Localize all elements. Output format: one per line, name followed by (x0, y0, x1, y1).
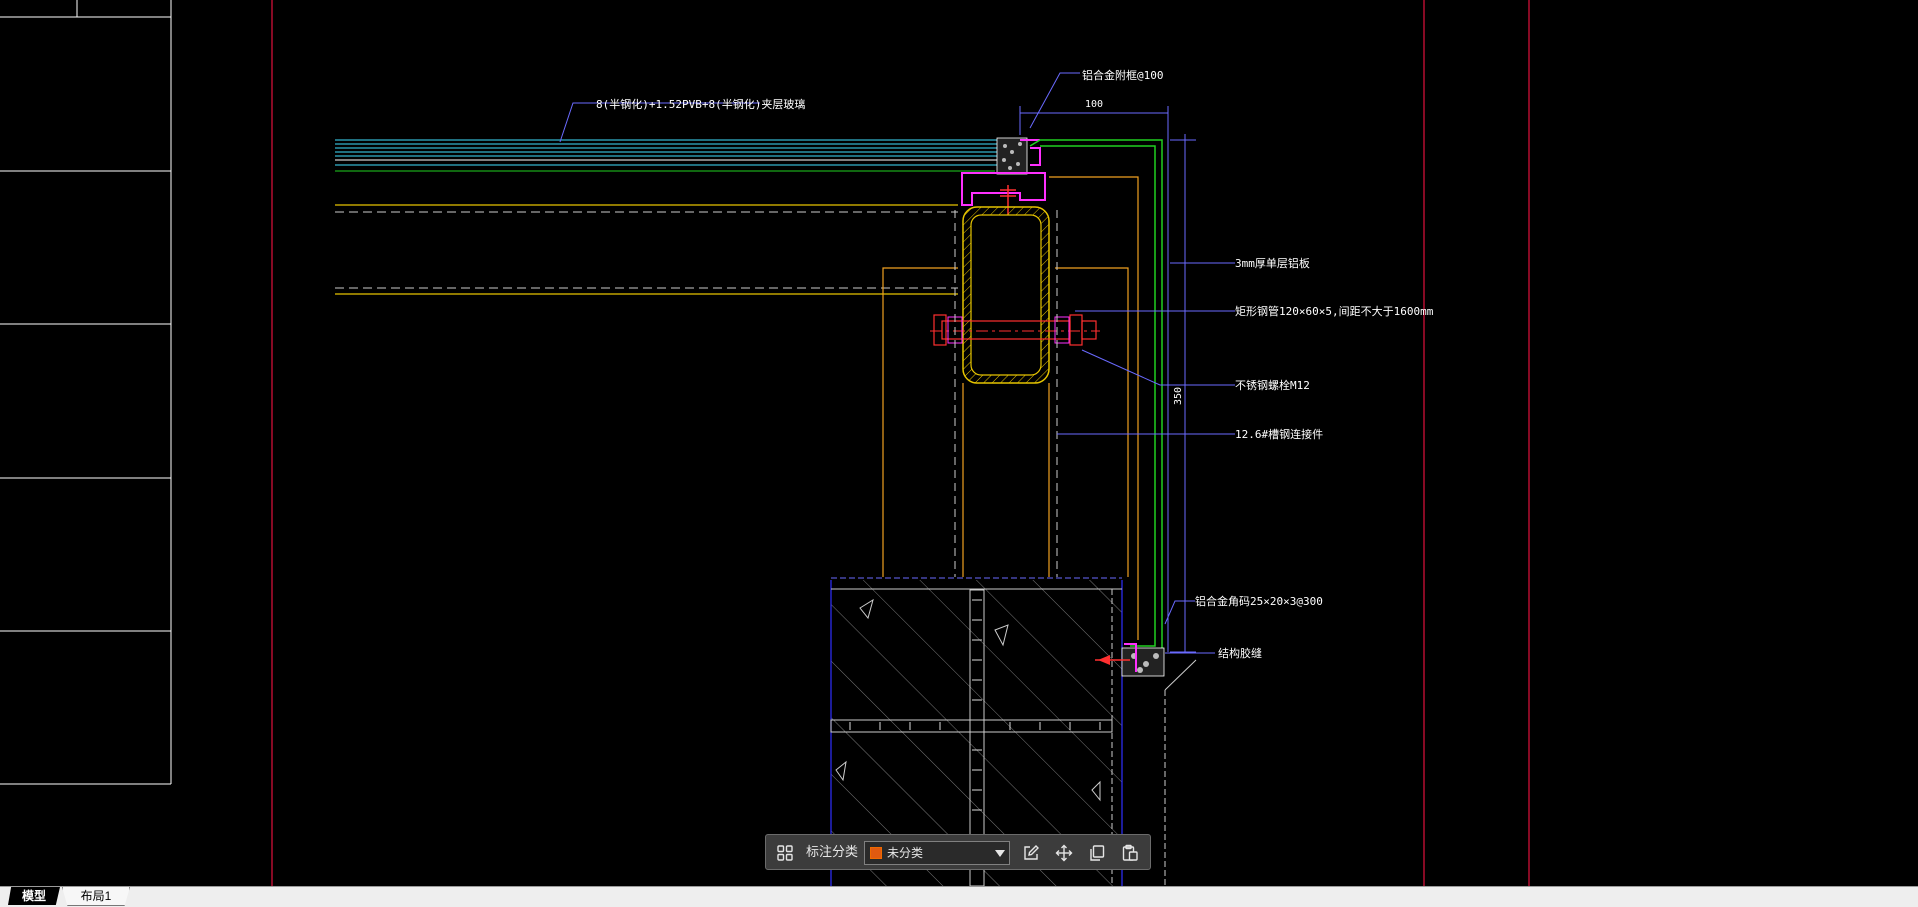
tab-model[interactable]: 模型 (8, 887, 60, 905)
annotation-aluminum-clip: 铝合金附框@100 (1082, 68, 1164, 82)
copy-icon[interactable] (1084, 840, 1110, 866)
category-color-swatch (870, 847, 882, 859)
layout-tab-bar: 模型 布局1 (0, 886, 1918, 907)
annotation-steel-tube: 矩形钢管120×60×5,间距不大于1600mm (1235, 304, 1434, 318)
drawing-canvas[interactable]: 100 350 8(半钢化)+1.52PVB+8(半钢化)夹层玻璃 铝合金附框@… (0, 0, 1918, 906)
category-select-value: 未分类 (887, 846, 924, 860)
annotation-sealant: 结构胶缝 (1218, 646, 1262, 660)
tab-layout1[interactable]: 布局1 (62, 887, 130, 906)
dim-top-text: 100 (1085, 99, 1103, 110)
laminated-glass (335, 139, 1000, 172)
annotation-bolt: 不锈钢螺栓M12 (1235, 378, 1310, 392)
category-select[interactable]: 未分类 (864, 841, 1010, 865)
annotation-toolbar: 标注分类 未分类 (765, 834, 1151, 870)
title-block (0, 0, 172, 785)
annotation-category-label: 标注分类 (806, 845, 859, 860)
paste-icon[interactable] (1117, 840, 1143, 866)
aluminum-panel (1029, 139, 1163, 653)
sealant-block (996, 137, 1028, 175)
annotation-angle: 铝合金角码25×20×3@300 (1195, 594, 1323, 608)
chevron-down-icon (995, 850, 1005, 857)
steel-tube (962, 206, 1050, 384)
layout-grid-icon[interactable] (772, 840, 798, 866)
annotation-plate: 12.6#槽钢连接件 (1235, 428, 1323, 441)
horizontal-members (335, 204, 958, 295)
move-icon[interactable] (1051, 840, 1077, 866)
dimension-lines (1019, 106, 1196, 653)
dim-side-text: 350 (1173, 387, 1184, 405)
annotation-glass: 8(半钢化)+1.52PVB+8(半钢化)夹层玻璃 (596, 97, 805, 111)
edit-icon[interactable] (1018, 840, 1044, 866)
annotation-panel: 3mm厚单层铝板 (1235, 256, 1310, 270)
